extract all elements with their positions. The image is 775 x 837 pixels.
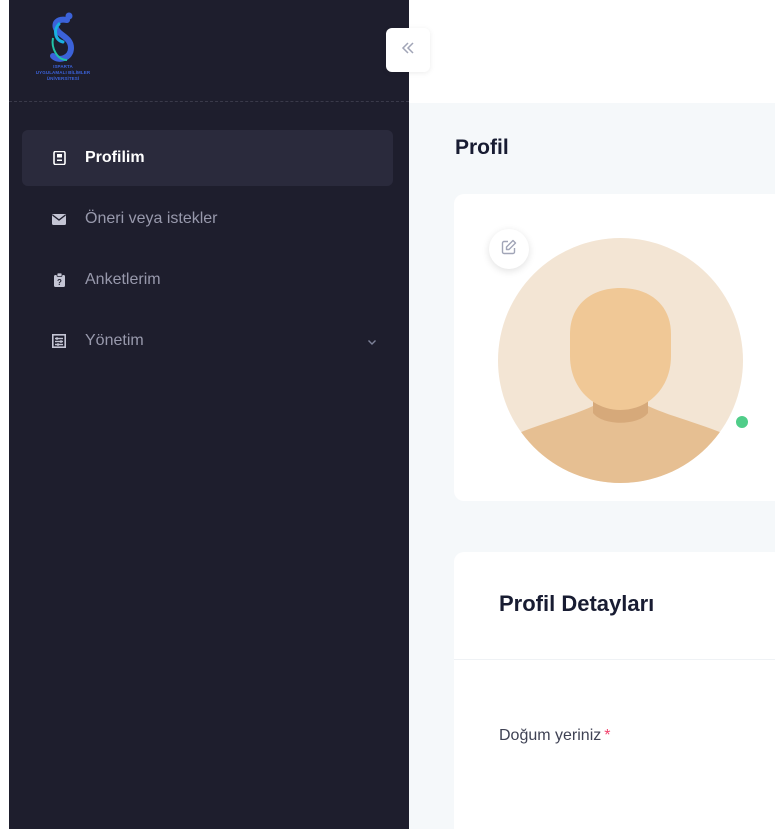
sidebar-item-label: Öneri veya istekler <box>85 210 218 227</box>
management-icon <box>52 334 66 348</box>
sidebar-item-label: Anketlerim <box>85 271 161 288</box>
avatar <box>498 238 743 483</box>
birthplace-label: Doğum yeriniz * <box>499 727 611 745</box>
svg-text:?: ? <box>57 278 62 287</box>
logo-line-3: ÜNİVERSİTESİ <box>46 76 80 81</box>
online-status-indicator <box>733 413 751 431</box>
required-marker: * <box>604 727 611 744</box>
details-divider <box>454 659 775 660</box>
chevron-down-icon[interactable] <box>366 335 378 347</box>
window-bottom-edge <box>0 829 775 837</box>
double-chevron-left-icon <box>400 41 416 60</box>
top-header <box>409 0 775 103</box>
sidebar: ISPARTA UYGULAMALI BİLİMLER ÜNİVERSİTESİ <box>9 0 409 829</box>
survey-clipboard-icon: ? <box>52 273 66 287</box>
envelope-icon <box>52 212 66 226</box>
sidebar-item-yonetim[interactable]: Yönetim <box>22 313 393 369</box>
window-left-edge <box>0 0 9 837</box>
sidebar-item-label: Profilim <box>85 149 145 166</box>
edit-pencil-icon <box>501 239 517 260</box>
edit-avatar-button[interactable] <box>489 229 529 269</box>
sidebar-item-anketlerim[interactable]: ? Anketlerim <box>22 252 393 308</box>
profile-badge-icon <box>52 151 66 165</box>
birthplace-label-text: Doğum yeriniz <box>499 727 602 744</box>
details-title: Profil Detayları <box>499 591 655 616</box>
sidebar-divider <box>9 101 409 102</box>
page-title: Profil <box>455 136 509 159</box>
sidebar-item-label: Yönetim <box>85 332 144 349</box>
sidebar-collapse-button[interactable] <box>386 28 430 72</box>
sidebar-item-oneri-veya-istekler[interactable]: Öneri veya istekler <box>22 191 393 247</box>
logo-text: ISPARTA UYGULAMALI BİLİMLER ÜNİVERSİTESİ <box>23 64 103 82</box>
sidebar-item-profilim[interactable]: Profilim <box>22 130 393 186</box>
